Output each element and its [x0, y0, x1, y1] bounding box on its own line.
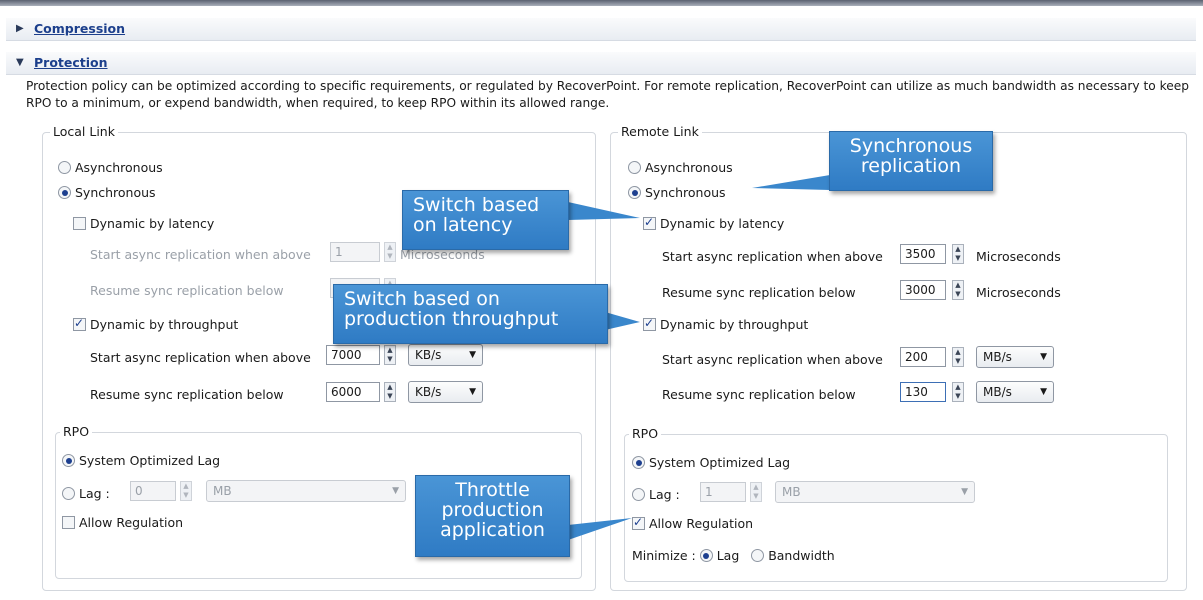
callout-synchronous-replication: Synchronous replication: [829, 131, 993, 191]
callout-throttle-production: Throttle production application: [415, 475, 570, 557]
callout-switch-latency: Switch based on latency: [402, 190, 569, 250]
callout-pointer-latency: [568, 202, 640, 220]
callout-pointer-sync: [752, 175, 830, 190]
callout-switch-throughput: Switch based on production throughput: [333, 284, 608, 344]
callout-pointer-throttle: [568, 518, 632, 540]
callout-pointer-throughput: [605, 312, 640, 330]
